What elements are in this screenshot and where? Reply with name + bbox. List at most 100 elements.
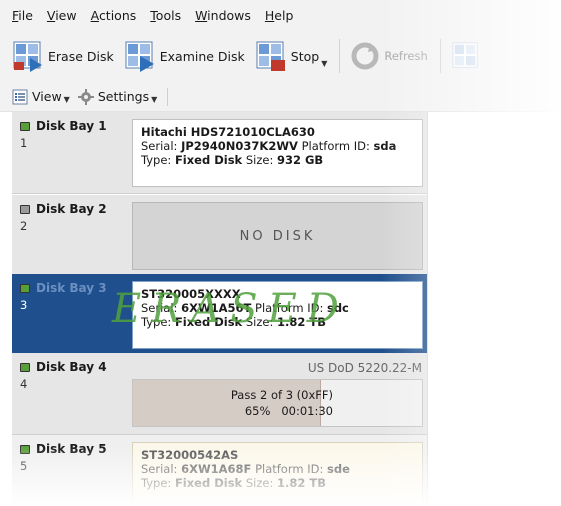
stop-dropdown-icon[interactable]: ▼	[321, 59, 327, 68]
erase-method: US DoD 5220.22-M	[307, 361, 422, 375]
elapsed-time: 00:01:30	[281, 404, 333, 418]
disk-serial-line: Serial: JP2940N037K2WV Platform ID: sda	[141, 139, 414, 153]
disk-serial-line: Serial: 6XW1A68F Platform ID: sde	[141, 462, 414, 476]
bay-title: Disk Bay 5	[20, 442, 107, 456]
platform-label: Platform ID:	[301, 139, 370, 153]
refresh-button[interactable]: Refresh	[350, 34, 428, 78]
disk-type-line: Type: Fixed Disk Size: 1.82 TB	[141, 315, 414, 329]
menu-view[interactable]: View	[47, 8, 77, 23]
stop-button[interactable]: Stop ▼	[255, 34, 327, 78]
bay-title-label: Disk Bay 2	[36, 202, 107, 216]
bay-number: 1	[20, 136, 28, 150]
size-value: 1.82 TB	[276, 315, 326, 329]
platform-value: sda	[373, 139, 397, 153]
bay-title: Disk Bay 3	[20, 281, 107, 295]
drive-status-icon	[20, 444, 30, 454]
bay-title: Disk Bay 4	[20, 360, 107, 374]
size-label: Size:	[245, 153, 274, 167]
main-toolbar: Erase Disk Examine Disk Stop ▼ Refresh	[0, 30, 561, 82]
disk-type-line: Type: Fixed Disk Size: 932 GB	[141, 153, 414, 167]
disk-bay-4[interactable]: Disk Bay 4 4 US DoD 5220.22-M Pass 2 of …	[12, 353, 427, 435]
drive-status-icon	[20, 283, 30, 293]
view-menu-label: View	[32, 89, 62, 104]
size-value: 1.82 TB	[276, 476, 326, 490]
pass-text: Pass 2 of 3 (0xFF)	[230, 388, 333, 402]
percent-time-line: 65% 00:01:30	[133, 403, 333, 419]
examine-disk-button[interactable]: Examine Disk	[124, 34, 245, 78]
gear-icon	[77, 88, 94, 105]
disk-info-card: ST320005XXXX Serial: 6XW1A56T Platform I…	[132, 281, 423, 349]
bay-number: 5	[20, 459, 28, 473]
list-view-icon	[12, 89, 28, 104]
serial-value: 6XW1A68F	[181, 462, 252, 476]
type-label: Type:	[141, 315, 172, 329]
view-toolbar: View ▼ Settings ▼	[0, 82, 561, 112]
menu-actions[interactable]: Actions	[91, 8, 137, 23]
platform-value: sdc	[326, 301, 349, 315]
type-value: Fixed Disk	[174, 476, 243, 490]
disk-grid-icon	[452, 42, 478, 68]
bay-title-label: Disk Bay 3	[36, 281, 107, 295]
platform-value: sde	[327, 462, 350, 476]
bay-title-label: Disk Bay 1	[36, 119, 107, 133]
view-menu-button[interactable]: View ▼	[12, 89, 70, 105]
toolbar-separator	[339, 39, 341, 73]
size-value: 932 GB	[276, 153, 324, 167]
serial-label: Serial:	[141, 301, 178, 315]
toolbar-separator	[167, 87, 169, 106]
settings-menu-label: Settings	[97, 89, 150, 104]
platform-label: Platform ID:	[255, 462, 324, 476]
toolbar-separator	[439, 39, 441, 73]
menu-bar: File View Actions Tools Windows Help	[0, 0, 561, 30]
disabled-toolbar-button[interactable]	[451, 34, 481, 78]
serial-value: JP2940N037K2WV	[181, 139, 298, 153]
bay-title-label: Disk Bay 5	[36, 442, 107, 456]
examine-disk-label: Examine Disk	[159, 48, 245, 64]
disk-bay-5[interactable]: Disk Bay 5 5 ST32000542AS Serial: 6XW1A6…	[12, 435, 427, 506]
disk-type-line: Type: Fixed Disk Size: 1.82 TB	[141, 476, 414, 490]
size-label: Size:	[245, 476, 274, 490]
menu-help[interactable]: Help	[265, 8, 294, 23]
disk-info-card: Hitachi HDS721010CLA630 Serial: JP2940N0…	[132, 119, 423, 187]
refresh-label: Refresh	[384, 49, 428, 63]
erase-progress-bar: Pass 2 of 3 (0xFF) 65% 00:01:30	[132, 379, 423, 427]
disk-bay-2[interactable]: Disk Bay 2 2 NO DISK	[12, 195, 427, 277]
detail-pane	[429, 112, 561, 506]
erase-disk-button[interactable]: Erase Disk	[12, 34, 114, 78]
platform-label: Platform ID:	[255, 301, 324, 315]
view-dropdown-icon: ▼	[63, 95, 70, 104]
serial-label: Serial:	[141, 139, 178, 153]
bay-number: 3	[20, 298, 28, 312]
disk-model: Hitachi HDS721010CLA630	[141, 125, 315, 139]
examine-disk-icon	[125, 41, 154, 72]
app-window: File View Actions Tools Windows Help Era…	[0, 0, 561, 506]
bay-number: 2	[20, 219, 28, 233]
percent-text: 65%	[244, 404, 271, 418]
stop-icon	[256, 41, 285, 71]
settings-menu-button[interactable]: Settings ▼	[77, 88, 158, 105]
erase-disk-label: Erase Disk	[48, 48, 114, 64]
disk-bay-1[interactable]: Disk Bay 1 1 Hitachi HDS721010CLA630 Ser…	[12, 112, 427, 194]
menu-tools[interactable]: Tools	[150, 8, 181, 23]
size-label: Size:	[245, 315, 274, 329]
bay-title: Disk Bay 1	[20, 119, 107, 133]
menu-windows[interactable]: Windows	[195, 8, 251, 23]
no-disk-placeholder: NO DISK	[132, 202, 423, 270]
bay-number: 4	[20, 377, 28, 391]
progress-text: Pass 2 of 3 (0xFF) 65% 00:01:30	[133, 387, 333, 419]
disk-info-card: ST32000542AS Serial: 6XW1A68F Platform I…	[132, 442, 423, 506]
disk-bay-3[interactable]: Disk Bay 3 3 ST320005XXXX Serial: 6XW1A5…	[12, 274, 427, 356]
disk-serial-line: Serial: 6XW1A56T Platform ID: sdc	[141, 301, 414, 315]
type-value: Fixed Disk	[174, 153, 243, 167]
type-label: Type:	[141, 476, 172, 490]
disk-model: ST320005XXXX	[141, 287, 241, 301]
serial-value: 6XW1A56T	[181, 301, 252, 315]
refresh-icon	[351, 42, 379, 70]
type-label: Type:	[141, 153, 172, 167]
disk-bay-list: Disk Bay 1 1 Hitachi HDS721010CLA630 Ser…	[12, 112, 428, 506]
drive-status-icon	[20, 362, 30, 372]
settings-dropdown-icon: ▼	[151, 95, 158, 104]
menu-file[interactable]: File	[12, 8, 33, 23]
bay-title: Disk Bay 2	[20, 202, 107, 216]
erase-disk-icon	[13, 41, 42, 72]
